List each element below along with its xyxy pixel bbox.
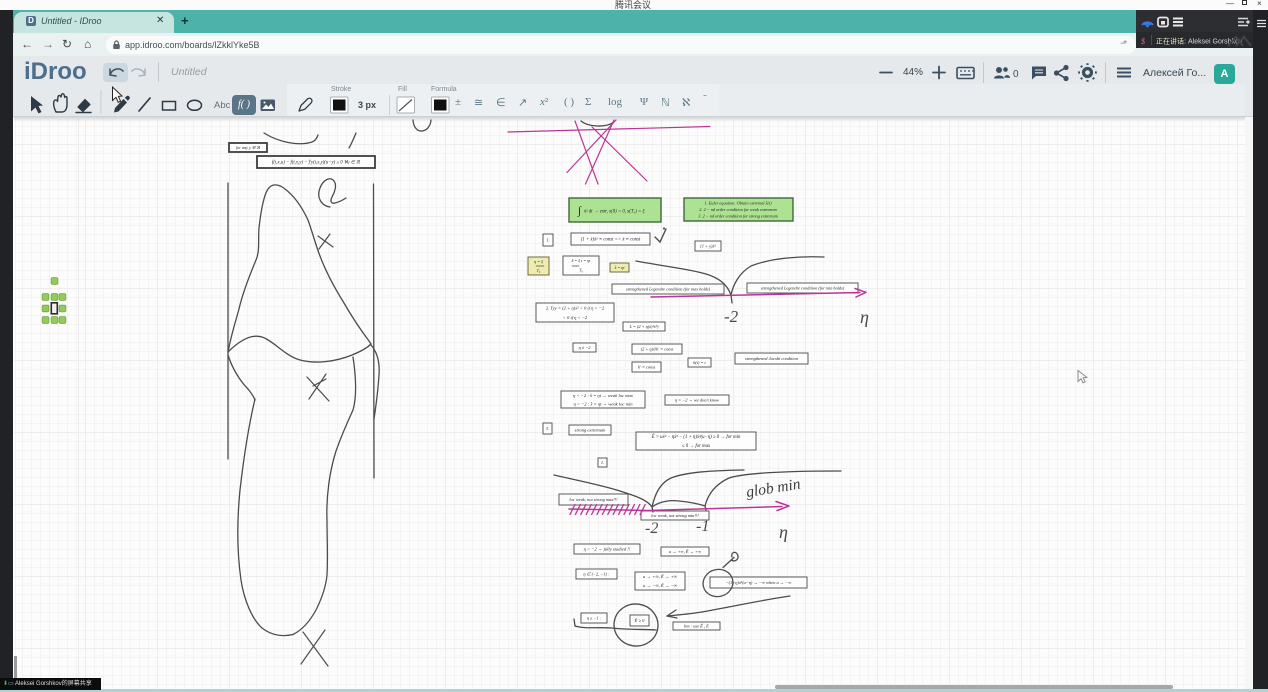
svg-text:for any y ∈ ℝ: for any y ∈ ℝ bbox=[236, 145, 261, 150]
svg-text:x̂ = ξ t = ηt: x̂ = ξ t = ηt bbox=[571, 258, 592, 263]
svg-text:< 0 if η < −2: < 0 if η < −2 bbox=[563, 315, 588, 320]
svg-text:-2: -2 bbox=[645, 520, 658, 537]
svg-text:ẋ² dt → extr, x(0) = 0, x(T₀): ẋ² dt → extr, x(0) = 0, x(T₀) = ξ bbox=[583, 209, 645, 215]
svg-text:η = −2 → we don't know: η = −2 → we don't know bbox=[675, 398, 719, 403]
svg-text:η ≠ −2: η ≠ −2 bbox=[579, 345, 592, 350]
svg-text:$: $ bbox=[1141, 37, 1145, 46]
svg-text:2. Tyy = (2 + η)ẋ² > 0 if η >: 2. Tyy = (2 + η)ẋ² > 0 if η > −2 bbox=[546, 305, 605, 310]
svg-text:正在讲话:: 正在讲话: bbox=[1156, 37, 1186, 46]
svg-text:L = (2 + η(ẋ)²ẋ²): L = (2 + η(ẋ)²ẋ²) bbox=[629, 324, 659, 329]
svg-text:Ê = uẋ² − ηẋ² − (1 + η)ẋ²(u−η): Ê = uẋ² − ηẋ² − (1 + η)ẋ²(u−η) ≥ 0 → for… bbox=[651, 434, 741, 440]
svg-text:η: η bbox=[860, 307, 869, 327]
svg-text:strengthened Legendre conditio: strengthened Legendre condition (for max… bbox=[626, 287, 711, 292]
svg-text:η ≥ −1 :: η ≥ −1 : bbox=[587, 616, 602, 621]
svg-text:3.: 3. bbox=[546, 426, 549, 431]
svg-text:T₀: T₀ bbox=[579, 268, 583, 273]
svg-text:1. Euler equation. Obtain extr: 1. Euler equation. Obtain extremal x̂(t) bbox=[704, 201, 772, 206]
svg-text:η < −2 : x̂ = ηt → weak loc ma: η < −2 : x̂ = ηt → weak loc max bbox=[573, 393, 633, 398]
svg-text:(1 + y)ẋ²: (1 + y)ẋ² bbox=[700, 244, 716, 249]
svg-text:1.: 1. bbox=[601, 460, 604, 465]
svg-text:strengthened Jacobi condition: strengthened Jacobi condition bbox=[745, 356, 799, 361]
svg-text:Ê ≥ 0: Ê ≥ 0 bbox=[634, 618, 646, 623]
svg-text:h′ ≡ const: h′ ≡ const bbox=[638, 365, 656, 370]
svg-text:−(1+η)ẋ²(u−η) → −∞ when u → −∞: −(1+η)ẋ²(u−η) → −∞ when u → −∞ bbox=[726, 580, 792, 585]
svg-text:(2 + η)ẋ²h′ ≡ const: (2 + η)ẋ²h′ ≡ const bbox=[641, 347, 674, 352]
svg-text:f(t,x,u) − f(t,x,y) − f′y(t,x,: f(t,x,u) − f(t,x,y) − f′y(t,x,y)(u−y) ≥ … bbox=[272, 160, 360, 166]
svg-text:2. 2 − nd order condition for: 2. 2 − nd order condition for weak extre… bbox=[699, 207, 776, 212]
svg-text:η = ξ: η = ξ bbox=[534, 259, 543, 264]
svg-text:-2: -2 bbox=[724, 307, 739, 326]
svg-text:h(t) = t: h(t) = t bbox=[693, 360, 706, 365]
svg-text:≤ 0 → for max: ≤ 0 → for max bbox=[682, 444, 711, 449]
svg-text:glob min: glob min bbox=[745, 476, 802, 501]
svg-text:η < −2 → fully studied !!: η < −2 → fully studied !! bbox=[584, 547, 631, 552]
svg-text:(1 + ẋ)ẋ² ≡ const => ẋ ≡ c: (1 + ẋ)ẋ² ≡ const => ẋ ≡ const bbox=[581, 237, 641, 243]
svg-text:T₀: T₀ bbox=[537, 268, 541, 273]
svg-text:η: η bbox=[779, 522, 788, 542]
svg-text:x̂ = ηt: x̂ = ηt bbox=[613, 265, 625, 270]
svg-text:3. 2 − nd order condition for: 3. 2 − nd order condition for strong ext… bbox=[698, 214, 777, 219]
svg-text:1.: 1. bbox=[546, 238, 549, 243]
svg-text:0: 0 bbox=[1013, 69, 1019, 80]
svg-text:strengthened Legendre conditio: strengthened Legendre condition (for min… bbox=[761, 286, 845, 291]
svg-text:strong extremum: strong extremum bbox=[575, 428, 606, 433]
svg-text:-1: -1 bbox=[696, 518, 709, 535]
svg-text:η > −2 : x̂ = ηt → weak loc mi: η > −2 : x̂ = ηt → weak loc min bbox=[573, 401, 633, 406]
